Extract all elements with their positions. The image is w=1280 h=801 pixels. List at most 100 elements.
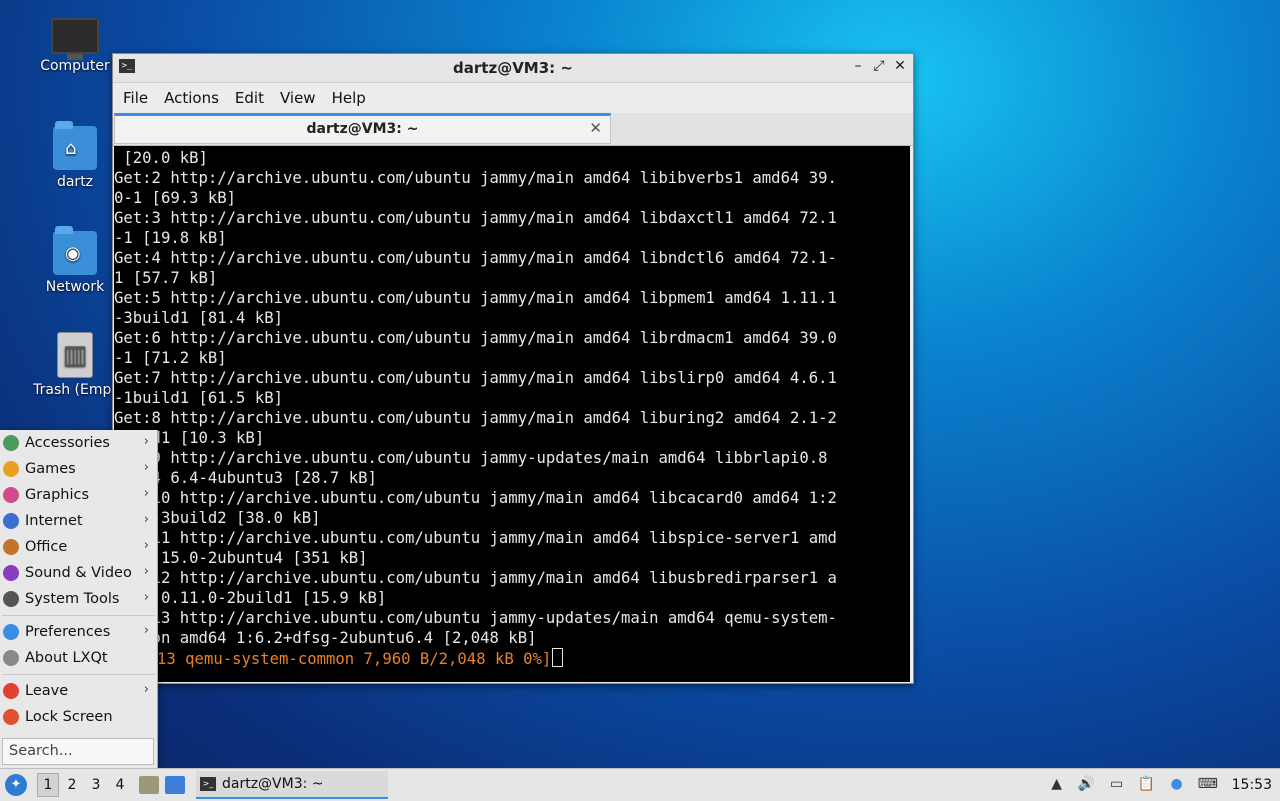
menu-help[interactable]: Help bbox=[324, 89, 374, 107]
desktop-3-button[interactable]: 3 bbox=[85, 777, 107, 793]
system-tools-icon bbox=[3, 591, 19, 607]
leave-icon bbox=[3, 683, 19, 699]
chevron-right-icon: › bbox=[143, 590, 149, 605]
desktop-2-button[interactable]: 2 bbox=[61, 777, 83, 793]
menu-bar: File Actions Edit View Help bbox=[113, 83, 913, 113]
terminal-line: common amd64 1:6.2+dfsg-2ubuntu6.4 [2,04… bbox=[114, 629, 537, 647]
progress-text: 13 qemu-system-common 7,960 B/2,048 kB 0… bbox=[157, 650, 552, 668]
terminal-line: 64 0.15.0-2ubuntu4 [351 kB] bbox=[114, 549, 368, 567]
terminal-window: >_ dartz@VM3: ~ – ⤢ ✕ File Actions Edit … bbox=[112, 53, 914, 684]
terminal-line: [20.0 kB] bbox=[114, 149, 208, 167]
tab-label: dartz@VM3: ~ bbox=[306, 121, 419, 137]
graphics-icon bbox=[3, 487, 19, 503]
menu-edit[interactable]: Edit bbox=[227, 89, 272, 107]
tab-terminal[interactable]: dartz@VM3: ~ ✕ bbox=[114, 113, 611, 144]
preferences-icon bbox=[3, 624, 19, 640]
tray-up-arrow-icon[interactable]: ▲ bbox=[1048, 776, 1066, 794]
internet-icon bbox=[3, 513, 19, 529]
sound-video-icon bbox=[3, 565, 19, 581]
menu-item-system-tools[interactable]: System Tools › bbox=[0, 586, 157, 612]
network-folder-icon: ◉ bbox=[53, 226, 97, 275]
search-input[interactable]: Search... bbox=[2, 738, 154, 765]
terminal-cursor bbox=[552, 648, 564, 667]
terminal-line: Get:9 http://archive.ubuntu.com/ubuntu j… bbox=[114, 449, 828, 467]
taskbar: ✦ 1 2 3 4 >_ dartz@VM3: ~ ▲ 🔊 ▭ 📋 ● ⌨ 15… bbox=[0, 768, 1280, 801]
terminal-progress-line: 13 qemu-system-common 7,960 B/2,048 kB 0… bbox=[114, 648, 910, 668]
task-button-terminal[interactable]: >_ dartz@VM3: ~ bbox=[196, 771, 388, 799]
window-title: dartz@VM3: ~ bbox=[453, 59, 573, 77]
menu-item-lock-screen[interactable]: Lock Screen bbox=[0, 704, 157, 730]
chevron-right-icon: › bbox=[143, 512, 149, 527]
tab-close-icon[interactable]: ✕ bbox=[589, 119, 602, 137]
task-label: dartz@VM3: ~ bbox=[222, 776, 324, 792]
terminal-line: 0-1 [69.3 kB] bbox=[114, 189, 237, 207]
clipboard-icon[interactable]: 📋 bbox=[1138, 776, 1156, 794]
terminal-line: -1build1 [61.5 kB] bbox=[114, 389, 283, 407]
menu-file[interactable]: File bbox=[115, 89, 156, 107]
games-icon bbox=[3, 461, 19, 477]
clock[interactable]: 15:53 bbox=[1232, 777, 1272, 793]
menu-item-label: Sound & Video bbox=[25, 565, 132, 581]
terminal-line: Get:11 http://archive.ubuntu.com/ubuntu … bbox=[114, 529, 837, 547]
system-tray: ▲ 🔊 ▭ 📋 ● ⌨ 15:53 bbox=[1042, 769, 1280, 801]
menu-separator bbox=[2, 615, 155, 616]
chevron-right-icon: › bbox=[143, 460, 149, 475]
menu-item-label: Office bbox=[25, 539, 68, 555]
menu-item-internet[interactable]: Internet › bbox=[0, 508, 157, 534]
terminal-line: Get:13 http://archive.ubuntu.com/ubuntu … bbox=[114, 609, 837, 627]
menu-item-label: Preferences bbox=[25, 624, 111, 640]
menu-item-sound-video[interactable]: Sound & Video › bbox=[0, 560, 157, 586]
trash-icon: ▥ bbox=[57, 332, 93, 378]
show-desktop-icon[interactable] bbox=[165, 776, 185, 794]
terminal-output[interactable]: [20.0 kB] Get:2 http://archive.ubuntu.com… bbox=[114, 146, 910, 682]
menu-item-preferences[interactable]: Preferences › bbox=[0, 619, 157, 645]
menu-item-graphics[interactable]: Graphics › bbox=[0, 482, 157, 508]
terminal-line: build1 [10.3 kB] bbox=[114, 429, 265, 447]
menu-item-label: Internet bbox=[25, 513, 83, 529]
network-tray-icon[interactable]: ▭ bbox=[1108, 776, 1126, 794]
minimize-icon[interactable]: – bbox=[849, 58, 867, 74]
home-folder-icon: ⌂ bbox=[53, 121, 97, 170]
menu-item-accessories[interactable]: Accessories › bbox=[0, 430, 157, 456]
window-titlebar[interactable]: >_ dartz@VM3: ~ – ⤢ ✕ bbox=[113, 54, 913, 83]
about-icon bbox=[3, 650, 19, 666]
chevron-right-icon: › bbox=[143, 682, 149, 697]
menu-item-about-lxqt[interactable]: About LXQt bbox=[0, 645, 157, 671]
computer-icon bbox=[51, 18, 99, 60]
terminal-line: Get:3 http://archive.ubuntu.com/ubuntu j… bbox=[114, 209, 837, 227]
main-menu-button[interactable]: ✦ bbox=[5, 774, 27, 796]
desktop-1-button[interactable]: 1 bbox=[37, 773, 59, 797]
terminal-line: md64 0.11.0-2build1 [15.9 kB] bbox=[114, 589, 387, 607]
menu-actions[interactable]: Actions bbox=[156, 89, 227, 107]
office-icon bbox=[3, 539, 19, 555]
menu-item-label: Games bbox=[25, 461, 76, 477]
terminal-line: Get:2 http://archive.ubuntu.com/ubuntu j… bbox=[114, 169, 837, 187]
chevron-right-icon: › bbox=[143, 434, 149, 449]
maximize-icon[interactable]: ⤢ bbox=[870, 58, 888, 74]
menu-item-leave[interactable]: Leave › bbox=[0, 678, 157, 704]
lock-icon bbox=[3, 709, 19, 725]
menu-item-label: System Tools bbox=[25, 591, 120, 607]
terminal-line: 1 [57.7 kB] bbox=[114, 269, 218, 287]
terminal-line: Get:7 http://archive.ubuntu.com/ubuntu j… bbox=[114, 369, 837, 387]
terminal-line: amd64 6.4-4ubuntu3 [28.7 kB] bbox=[114, 469, 377, 487]
terminal-line: Get:10 http://archive.ubuntu.com/ubuntu … bbox=[114, 489, 837, 507]
chevron-right-icon: › bbox=[143, 538, 149, 553]
menu-item-label: Lock Screen bbox=[25, 709, 113, 725]
file-manager-icon[interactable] bbox=[139, 776, 159, 794]
update-notifier-icon[interactable]: ● bbox=[1168, 776, 1186, 794]
chevron-right-icon: › bbox=[143, 564, 149, 579]
terminal-line: .6.8-3build2 [38.0 kB] bbox=[114, 509, 321, 527]
close-icon[interactable]: ✕ bbox=[891, 58, 909, 74]
menu-item-office[interactable]: Office › bbox=[0, 534, 157, 560]
accessories-icon bbox=[3, 435, 19, 451]
keyboard-layout-icon[interactable]: ⌨ bbox=[1198, 776, 1218, 794]
volume-icon[interactable]: 🔊 bbox=[1078, 776, 1096, 794]
menu-item-label: About LXQt bbox=[25, 650, 108, 666]
start-menu: Accessories › Games › Graphics › Internet › Offi… bbox=[0, 430, 158, 768]
terminal-line: Get:12 http://archive.ubuntu.com/ubuntu … bbox=[114, 569, 837, 587]
desktop-4-button[interactable]: 4 bbox=[109, 777, 131, 793]
menu-view[interactable]: View bbox=[272, 89, 324, 107]
chevron-right-icon: › bbox=[143, 486, 149, 501]
menu-item-games[interactable]: Games › bbox=[0, 456, 157, 482]
